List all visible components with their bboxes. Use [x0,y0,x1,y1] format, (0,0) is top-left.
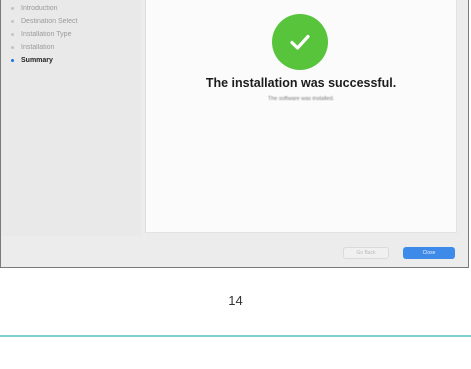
step-installation: Installation [11,41,77,54]
step-current-bullet-icon [11,59,14,62]
checkmark-icon [272,14,328,70]
footer-divider [0,335,471,337]
step-label: Installation [21,44,55,51]
installer-steps-list: Introduction Destination Select Installa… [11,2,77,67]
checkmark-glyph [290,34,310,50]
step-bullet-icon [11,20,14,23]
step-bullet-icon [11,33,14,36]
step-destination-select: Destination Select [11,15,77,28]
step-label: Destination Select [21,18,78,25]
step-label: Introduction [21,5,58,12]
step-summary: Summary [11,54,77,67]
success-subtext: The software was installed. [267,96,335,102]
go-back-button[interactable]: Go Back [343,247,389,259]
step-bullet-icon [11,46,14,49]
installer-window: Introduction Destination Select Installa… [0,0,469,268]
step-label: Installation Type [21,31,72,38]
step-installation-type: Installation Type [11,28,77,41]
step-label: Summary [21,57,53,64]
close-button[interactable]: Close [403,247,455,259]
installer-sidebar: Introduction Destination Select Installa… [1,0,141,236]
step-introduction: Introduction [11,2,77,15]
page-number: 14 [228,293,243,308]
step-bullet-icon [11,7,14,10]
success-headline: The installation was successful. [205,76,397,90]
installer-content-pane: The installation was successful. The sof… [145,0,457,233]
